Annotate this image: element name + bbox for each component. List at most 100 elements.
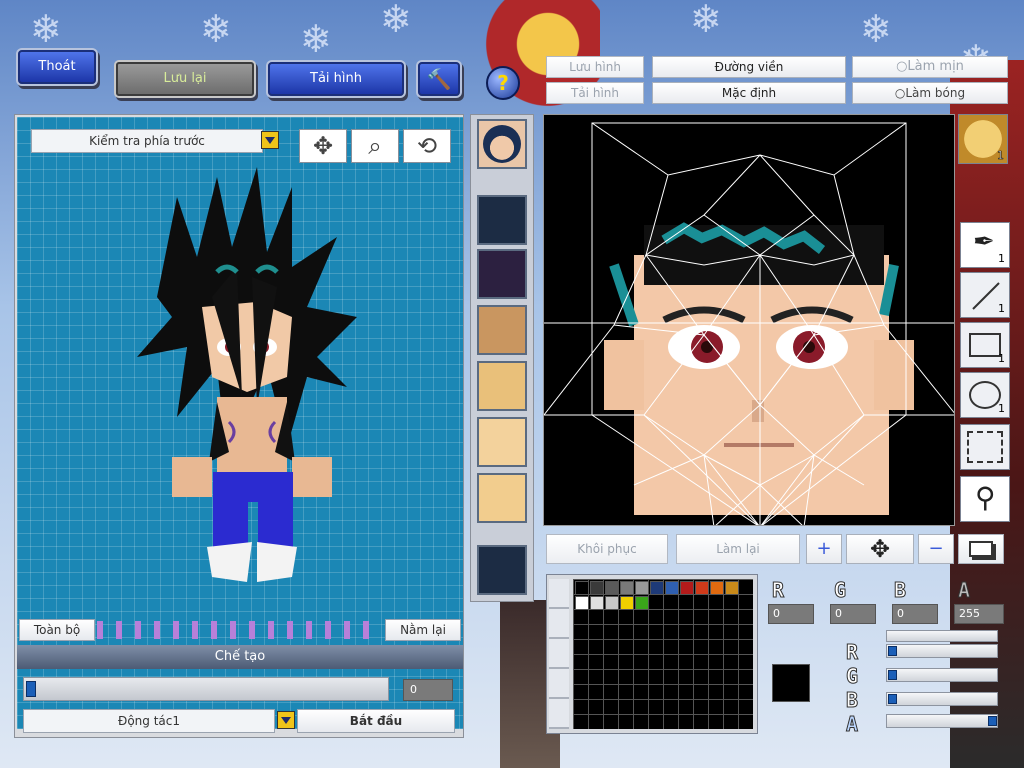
color-palette bbox=[546, 574, 758, 734]
face-edit-canvas[interactable] bbox=[543, 114, 955, 526]
color-swatch[interactable] bbox=[590, 596, 604, 610]
r-value-text: 0 bbox=[773, 607, 780, 620]
color-swatch[interactable] bbox=[620, 596, 634, 610]
part-thumb-empty[interactable] bbox=[477, 195, 527, 245]
r-slider[interactable] bbox=[886, 644, 998, 658]
frame-timeline[interactable] bbox=[97, 621, 379, 639]
line-count: 1 bbox=[998, 302, 1005, 315]
g-slider-label: G bbox=[845, 664, 859, 689]
color-swatch[interactable] bbox=[635, 596, 649, 610]
color-swatch[interactable] bbox=[680, 581, 694, 595]
layer-button[interactable] bbox=[958, 534, 1004, 564]
b-slider-knob[interactable] bbox=[888, 694, 897, 704]
start-button[interactable]: Bắt đầu bbox=[297, 709, 455, 733]
chevron-down-icon[interactable] bbox=[277, 711, 295, 729]
part-selector-strip bbox=[470, 114, 534, 602]
part-thumb-head-2[interactable] bbox=[477, 417, 527, 467]
outline-button[interactable]: Đường viền bbox=[652, 56, 846, 78]
zoom-out-button[interactable]: − bbox=[918, 534, 954, 564]
eyedropper-tool-button[interactable]: ⚲ bbox=[960, 476, 1010, 522]
all-button[interactable]: Toàn bộ bbox=[19, 619, 95, 641]
palette-tabs[interactable] bbox=[549, 579, 569, 729]
g-slider[interactable] bbox=[886, 668, 998, 682]
g-value[interactable]: 0 bbox=[830, 604, 876, 624]
exit-button[interactable]: Thoát bbox=[18, 50, 96, 84]
brightness-slider[interactable] bbox=[886, 630, 998, 642]
pen-tool-button[interactable]: ✒ 1 bbox=[960, 222, 1010, 268]
current-color-preview bbox=[772, 664, 810, 702]
r-value[interactable]: 0 bbox=[768, 604, 814, 624]
b-slider[interactable] bbox=[886, 692, 998, 706]
color-swatch[interactable] bbox=[620, 581, 634, 595]
smooth-label: Làm mịn bbox=[907, 59, 964, 74]
b-value[interactable]: 0 bbox=[892, 604, 938, 624]
color-swatch[interactable] bbox=[575, 581, 589, 595]
color-swatch[interactable] bbox=[575, 596, 589, 610]
part-thumb-torso[interactable] bbox=[477, 305, 527, 355]
exit-label: Thoát bbox=[38, 59, 76, 74]
part-thumb-face[interactable] bbox=[477, 119, 527, 169]
lie-down-button[interactable]: Nằm lại bbox=[385, 619, 461, 641]
save-button[interactable]: Lưu lại bbox=[116, 62, 254, 96]
color-swatch[interactable] bbox=[590, 581, 604, 595]
g-slider-knob[interactable] bbox=[888, 670, 897, 680]
shine-button[interactable]: ○Làm bóng bbox=[852, 82, 1008, 104]
character-preview-panel: Kiểm tra phía trước ✥ ⌕ ⟲ Toàn bộ Nằm lạ… bbox=[14, 114, 464, 738]
color-swatch[interactable] bbox=[710, 581, 724, 595]
outline-label: Đường viền bbox=[714, 60, 784, 74]
a-slider[interactable] bbox=[886, 714, 998, 728]
hammer-button[interactable]: 🔨 bbox=[418, 62, 460, 96]
snowflake-decoration: ❄ bbox=[690, 0, 722, 41]
face-expression-tool[interactable]: 1 bbox=[958, 114, 1008, 164]
line-tool-button[interactable]: 1 bbox=[960, 272, 1010, 318]
color-swatch[interactable] bbox=[725, 581, 739, 595]
color-swatch[interactable] bbox=[650, 581, 664, 595]
part-thumb-head-3[interactable] bbox=[477, 473, 527, 523]
g-channel-label: G bbox=[833, 578, 847, 603]
part-thumb-empty-2[interactable] bbox=[477, 545, 527, 595]
g-value-text: 0 bbox=[835, 607, 842, 620]
color-swatch[interactable] bbox=[605, 581, 619, 595]
restore-button[interactable]: Khôi phục bbox=[546, 534, 668, 564]
a-value[interactable]: 255 bbox=[954, 604, 1004, 624]
save-label: Lưu lại bbox=[163, 71, 207, 86]
pan-button[interactable]: ✥ bbox=[846, 534, 914, 564]
rotate-tool-button[interactable]: ⟲ bbox=[403, 129, 451, 163]
default-button[interactable]: Mặc định bbox=[652, 82, 846, 104]
ellipse-icon bbox=[969, 381, 1001, 409]
reload-image-label: Tải hình bbox=[571, 86, 619, 100]
action-select[interactable]: Động tác1 bbox=[23, 709, 275, 733]
a-slider-knob[interactable] bbox=[988, 716, 997, 726]
color-swatch[interactable] bbox=[665, 581, 679, 595]
part-thumb-head[interactable] bbox=[477, 361, 527, 411]
shine-dot-icon: ○ bbox=[894, 86, 906, 100]
ellipse-tool-button[interactable]: 1 bbox=[960, 372, 1010, 418]
selection-tool-button[interactable] bbox=[960, 424, 1010, 470]
color-swatch[interactable] bbox=[605, 596, 619, 610]
part-thumb-body[interactable] bbox=[477, 249, 527, 299]
zoom-in-button[interactable]: + bbox=[806, 534, 842, 564]
reload-image-button[interactable]: Tải hình bbox=[268, 62, 404, 96]
question-icon: ? bbox=[497, 71, 509, 95]
help-button[interactable]: ? bbox=[486, 66, 520, 100]
smooth-dot-icon: ○ bbox=[896, 59, 908, 74]
chevron-down-icon[interactable] bbox=[261, 131, 279, 149]
action-select-value: Động tác1 bbox=[118, 714, 180, 728]
progress-knob[interactable] bbox=[26, 681, 36, 697]
move-arrows-icon: ✥ bbox=[869, 535, 891, 563]
b-channel-label: B bbox=[893, 578, 907, 603]
face-thumb-icon bbox=[483, 125, 521, 163]
minus-icon: − bbox=[928, 538, 944, 559]
color-swatch[interactable] bbox=[635, 581, 649, 595]
redo-button[interactable]: Làm lại bbox=[676, 534, 800, 564]
r-slider-knob[interactable] bbox=[888, 646, 897, 656]
snowflake-decoration: ❄ bbox=[300, 17, 332, 61]
save-image-button[interactable]: Lưu hình bbox=[546, 56, 644, 78]
view-select[interactable]: Kiểm tra phía trước bbox=[31, 129, 263, 153]
reload-image-button-2[interactable]: Tải hình bbox=[546, 82, 644, 104]
create-progress-bar[interactable] bbox=[23, 677, 389, 701]
smooth-button[interactable]: ○Làm mịn bbox=[852, 56, 1008, 78]
color-swatch[interactable] bbox=[695, 581, 709, 595]
rectangle-tool-button[interactable]: 1 bbox=[960, 322, 1010, 368]
plus-icon: + bbox=[816, 538, 832, 559]
